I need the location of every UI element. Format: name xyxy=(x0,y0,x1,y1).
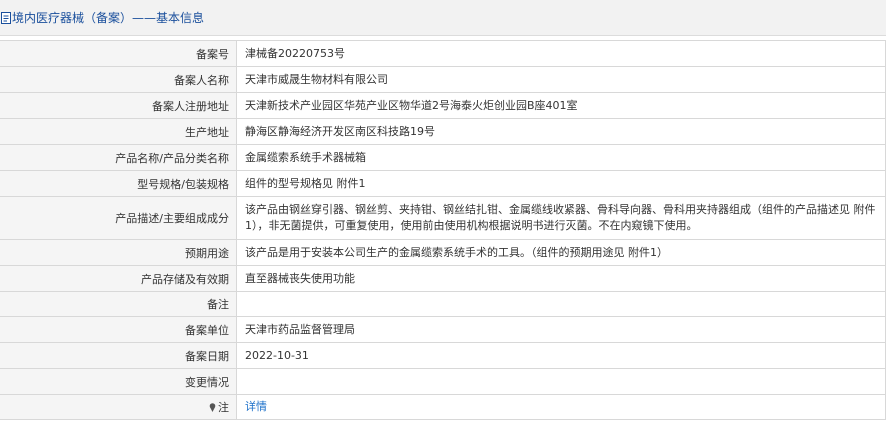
table-row: 变更情况 xyxy=(0,369,885,395)
row-value: 静海区静海经济开发区南区科技路19号 xyxy=(245,124,435,138)
table-row: 产品描述/主要组成成分 该产品由钢丝穿引器、钢丝剪、夹持钳、钢丝结扎钳、金属缆线… xyxy=(0,197,885,240)
row-label: 备案人注册地址 xyxy=(0,93,237,118)
row-value: 该产品是用于安装本公司生产的金属缆索系统手术的工具。（组件的预期用途见 附件1） xyxy=(245,245,668,259)
row-value: 该产品由钢丝穿引器、钢丝剪、夹持钳、钢丝结扎钳、金属缆线收紧器、骨科导向器、骨科… xyxy=(245,203,876,232)
row-value: 天津新技术产业园区华苑产业区物华道2号海泰火炬创业园B座401室 xyxy=(245,98,578,112)
table-row: 备案日期 2022-10-31 xyxy=(0,343,885,369)
row-value: 组件的型号规格见 附件1 xyxy=(245,176,366,190)
row-label-note: 注 xyxy=(0,395,237,419)
details-link[interactable]: 详情 xyxy=(245,399,267,415)
row-value: 详情 xyxy=(237,395,885,419)
table-row: 备注 xyxy=(0,292,885,317)
row-label: 备案单位 xyxy=(0,317,237,342)
row-label: 备案人名称 xyxy=(0,67,237,92)
row-label: 备案日期 xyxy=(0,343,237,368)
page-header: 境内医疗器械（备案）——基本信息 xyxy=(0,0,886,36)
row-value: 直至器械丧失使用功能 xyxy=(245,271,355,285)
table-row: 备案号 津械备20220753号 xyxy=(0,41,885,67)
row-value: 津械备20220753号 xyxy=(245,46,345,60)
row-label: 变更情况 xyxy=(0,369,237,394)
row-label: 预期用途 xyxy=(0,240,237,265)
row-value xyxy=(237,369,885,394)
table-row: 备案人注册地址 天津新技术产业园区华苑产业区物华道2号海泰火炬创业园B座401室 xyxy=(0,93,885,119)
table-row: 生产地址 静海区静海经济开发区南区科技路19号 xyxy=(0,119,885,145)
row-label: 产品描述/主要组成成分 xyxy=(0,197,237,239)
table-row: 注 详情 xyxy=(0,395,885,420)
page-title: 境内医疗器械（备案）——基本信息 xyxy=(12,11,205,25)
row-value: 金属缆索系统手术器械箱 xyxy=(245,150,366,164)
row-label: 备注 xyxy=(0,292,237,316)
row-value: 2022-10-31 xyxy=(245,348,309,362)
table-row: 备案单位 天津市药品监督管理局 xyxy=(0,317,885,343)
info-table: 备案号 津械备20220753号 备案人名称 天津市威晟生物材料有限公司 备案人… xyxy=(0,40,886,420)
row-label: 生产地址 xyxy=(0,119,237,144)
document-icon xyxy=(1,11,11,24)
table-row: 型号规格/包装规格 组件的型号规格见 附件1 xyxy=(0,171,885,197)
row-value: 天津市威晟生物材料有限公司 xyxy=(245,72,388,86)
row-value: 天津市药品监督管理局 xyxy=(245,322,355,336)
row-label: 型号规格/包装规格 xyxy=(0,171,237,196)
pin-icon xyxy=(209,402,216,412)
row-value xyxy=(237,292,885,316)
row-label: 产品存储及有效期 xyxy=(0,266,237,291)
table-row: 备案人名称 天津市威晟生物材料有限公司 xyxy=(0,67,885,93)
table-row: 预期用途 该产品是用于安装本公司生产的金属缆索系统手术的工具。（组件的预期用途见… xyxy=(0,240,885,266)
table-row: 产品存储及有效期 直至器械丧失使用功能 xyxy=(0,266,885,292)
note-label: 注 xyxy=(218,401,229,414)
table-row: 产品名称/产品分类名称 金属缆索系统手术器械箱 xyxy=(0,145,885,171)
row-label: 备案号 xyxy=(0,41,237,66)
row-label: 产品名称/产品分类名称 xyxy=(0,145,237,170)
